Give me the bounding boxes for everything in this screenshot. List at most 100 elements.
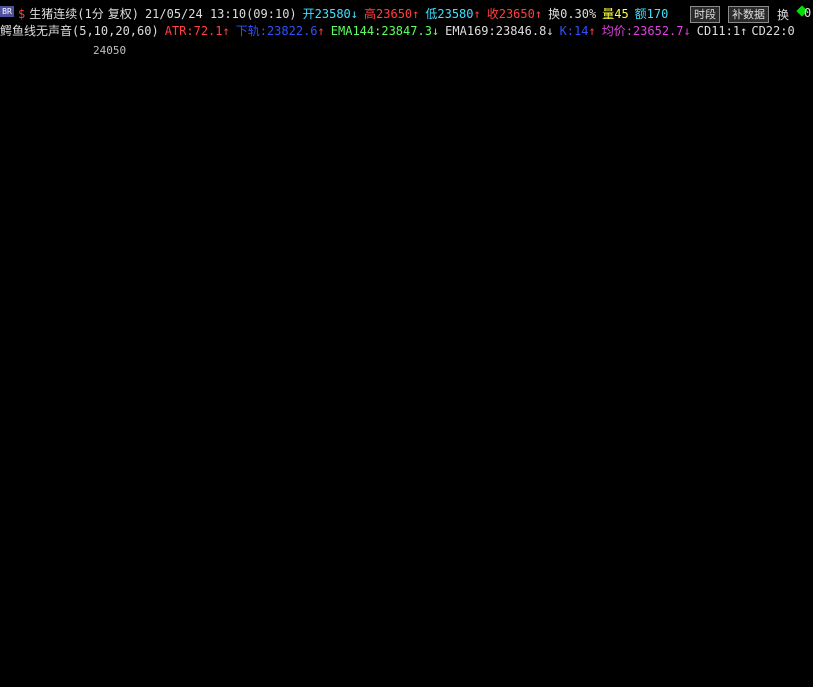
candle-body[interactable]: [264, 204, 270, 221]
extra-label: 换: [777, 8, 790, 22]
candle-body[interactable]: [244, 155, 251, 230]
candle-body[interactable]: [352, 319, 358, 353]
indicator-line: [7, 389, 791, 682]
candle-body[interactable]: [577, 500, 583, 550]
open-arrow-icon: ↓: [350, 7, 359, 21]
candle-body[interactable]: [49, 303, 55, 336]
candle-body[interactable]: [186, 155, 192, 188]
indicator-line: [7, 294, 791, 386]
candle-body[interactable]: [117, 270, 124, 320]
candle-body[interactable]: [508, 237, 515, 336]
candle-body[interactable]: [694, 352, 700, 369]
candle-body[interactable]: [450, 418, 456, 468]
fill-data-button[interactable]: 补数据: [728, 6, 769, 23]
indicator-line: [7, 162, 791, 534]
candle-body[interactable]: [674, 401, 681, 419]
candle-body[interactable]: [420, 483, 427, 542]
candle-body[interactable]: [518, 237, 524, 287]
candle-body[interactable]: [362, 319, 368, 419]
candle-body[interactable]: [733, 253, 739, 336]
candle-body[interactable]: [88, 220, 94, 295]
low-value: 低23580: [425, 7, 474, 21]
candle-body[interactable]: [743, 253, 749, 287]
ema169-value: EMA169:23846.8: [445, 24, 547, 38]
turnover-rate: 换0.30%: [548, 7, 597, 21]
candle-body[interactable]: [753, 261, 759, 287]
candle-body[interactable]: [401, 450, 407, 550]
candle-body[interactable]: [586, 500, 593, 534]
candle-body[interactable]: [528, 253, 534, 287]
candle-body[interactable]: [19, 368, 26, 419]
candle-body[interactable]: [782, 187, 788, 238]
candle-body[interactable]: [684, 352, 691, 419]
candle-body[interactable]: [665, 401, 671, 484]
candle-body[interactable]: [489, 319, 495, 402]
candle-body[interactable]: [156, 220, 163, 279]
candle-body[interactable]: [547, 319, 554, 419]
candle-body[interactable]: [342, 270, 348, 353]
candle-body[interactable]: [39, 270, 45, 336]
candle-body[interactable]: [635, 500, 642, 517]
candle-body[interactable]: [59, 187, 65, 304]
candle-body[interactable]: [254, 204, 260, 230]
datetime: 21/05/24 13:10(09:10): [144, 7, 297, 21]
candle-body[interactable]: [459, 409, 466, 468]
candle-body[interactable]: [391, 450, 397, 484]
candle-body[interactable]: [645, 467, 651, 501]
candle-body[interactable]: [713, 286, 720, 336]
candle-body[interactable]: [293, 212, 300, 238]
candle-body[interactable]: [303, 212, 309, 287]
candle-body[interactable]: [107, 237, 114, 320]
candle-body[interactable]: [235, 155, 241, 221]
ema169-arrow-icon: ↓: [546, 24, 554, 38]
candle-body[interactable]: [567, 500, 573, 550]
high-arrow-icon: ↑: [412, 7, 420, 21]
candle-body[interactable]: [498, 319, 505, 336]
time-segment-button[interactable]: 时段: [690, 6, 720, 23]
candle-body[interactable]: [557, 418, 563, 501]
candle-body[interactable]: [381, 368, 388, 484]
candle-body[interactable]: [274, 171, 280, 221]
candle-body[interactable]: [98, 237, 104, 295]
extra-value: 0: [804, 6, 812, 20]
candle-body[interactable]: [225, 138, 231, 221]
candle-body[interactable]: [479, 368, 485, 402]
cd11-arrow-icon: ↑: [740, 24, 748, 38]
candle-body[interactable]: [410, 483, 417, 550]
candle-body[interactable]: [606, 508, 612, 525]
candle-body[interactable]: [762, 204, 769, 262]
candle-body[interactable]: [772, 204, 779, 238]
candle-body[interactable]: [283, 171, 290, 238]
candle-body[interactable]: [440, 418, 446, 451]
candle-body[interactable]: [176, 155, 182, 230]
candlestick-chart[interactable]: [0, 0, 813, 687]
candle-body[interactable]: [538, 253, 544, 320]
candle-body[interactable]: [147, 220, 153, 254]
candle-body[interactable]: [322, 237, 329, 312]
candle-body[interactable]: [215, 138, 221, 172]
candle-body[interactable]: [371, 368, 378, 419]
candle-body[interactable]: [596, 508, 603, 534]
candle-body[interactable]: [127, 204, 133, 271]
candle-body[interactable]: [10, 368, 16, 599]
candle-body[interactable]: [626, 492, 632, 517]
candle-body[interactable]: [655, 467, 661, 484]
candle-body[interactable]: [469, 368, 476, 410]
candle-body[interactable]: [195, 89, 202, 188]
candle-body[interactable]: [205, 89, 212, 172]
candle-body[interactable]: [68, 187, 75, 271]
candle-body[interactable]: [313, 237, 319, 287]
cd22-value: CD22:0: [751, 24, 795, 38]
signal-box: [535, 466, 556, 542]
avg-arrow-icon: ↓: [683, 24, 691, 38]
candle-body[interactable]: [616, 492, 622, 525]
indicator-line: [7, 302, 791, 385]
candle-body[interactable]: [704, 335, 710, 369]
candle-body[interactable]: [166, 229, 172, 279]
candle-body[interactable]: [29, 270, 36, 419]
candle-body[interactable]: [430, 450, 436, 542]
candle-body[interactable]: [332, 270, 339, 312]
candle-body[interactable]: [723, 286, 730, 336]
candle-body[interactable]: [78, 220, 85, 271]
candle-body[interactable]: [137, 204, 143, 254]
